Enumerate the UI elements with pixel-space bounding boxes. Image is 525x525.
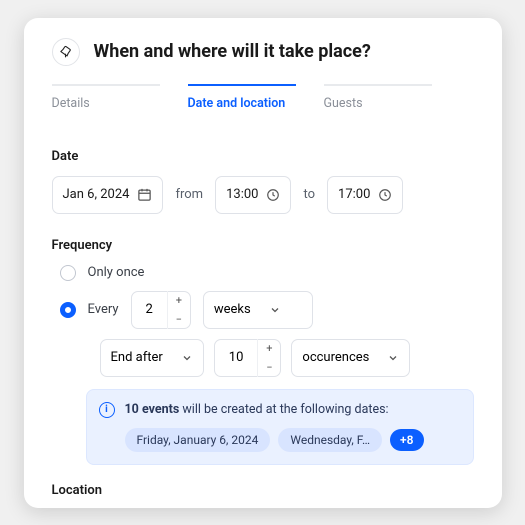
interval-stepper[interactable]: 2 + −	[131, 291, 191, 329]
plus-icon[interactable]: +	[168, 291, 190, 310]
chevron-down-icon	[269, 304, 281, 316]
end-count-stepper[interactable]: 10 + −	[214, 339, 282, 377]
frequency-option-once[interactable]: Only once	[60, 265, 474, 281]
info-icon: i	[99, 402, 115, 418]
info-text: 10 events will be created at the followi…	[125, 402, 389, 417]
unit-select[interactable]: weeks	[203, 291, 313, 329]
occurrences-select[interactable]: occurences	[291, 339, 410, 377]
end-after-label: End after	[111, 350, 163, 365]
every-label: Every	[88, 302, 119, 317]
end-after-select[interactable]: End after	[100, 339, 204, 377]
from-label: from	[175, 187, 203, 202]
date-section: Date Jan 6, 2024 from 13:00 to 17:00	[52, 149, 474, 214]
location-section: Location Physical	[52, 483, 474, 508]
occurrences-label: occurences	[302, 350, 369, 365]
interval-value: 2	[132, 302, 167, 317]
info-box: i 10 events will be created at the follo…	[86, 389, 474, 465]
chevron-down-icon	[387, 352, 399, 364]
location-label: Location	[52, 483, 474, 498]
to-label: to	[303, 187, 315, 202]
minus-icon[interactable]: −	[168, 310, 190, 329]
date-label: Date	[52, 149, 474, 164]
tabs: Details Date and location Guests	[52, 84, 474, 123]
radio-unchecked-icon	[60, 265, 76, 281]
minus-icon[interactable]: −	[258, 358, 280, 377]
event-form-card: When and where will it take place? Detai…	[24, 18, 502, 508]
end-time-picker[interactable]: 17:00	[327, 176, 403, 214]
unit-value: weeks	[214, 302, 251, 317]
page-title: When and where will it take place?	[94, 41, 371, 62]
chevron-down-icon	[181, 352, 193, 364]
date-picker[interactable]: Jan 6, 2024	[52, 176, 164, 214]
end-time-value: 17:00	[338, 187, 370, 202]
end-count-value: 10	[215, 350, 258, 365]
clock-icon	[266, 188, 280, 202]
tab-date-location[interactable]: Date and location	[188, 84, 296, 123]
start-time-picker[interactable]: 13:00	[215, 176, 291, 214]
tab-guests[interactable]: Guests	[324, 84, 432, 123]
more-chip[interactable]: +8	[390, 429, 423, 451]
end-condition-row: End after 10 + − occurences	[100, 339, 474, 377]
radio-checked-icon	[60, 302, 76, 318]
start-time-value: 13:00	[226, 187, 258, 202]
date-chip[interactable]: Friday, January 6, 2024	[125, 428, 271, 452]
calendar-icon	[137, 187, 152, 202]
only-once-label: Only once	[88, 265, 145, 280]
pin-icon	[52, 38, 80, 66]
tab-details[interactable]: Details	[52, 84, 160, 123]
header: When and where will it take place?	[52, 38, 474, 66]
date-value: Jan 6, 2024	[63, 187, 130, 202]
frequency-option-every[interactable]: Every 2 + − weeks	[60, 291, 474, 329]
frequency-label: Frequency	[52, 238, 474, 253]
clock-icon	[378, 188, 392, 202]
plus-icon[interactable]: +	[258, 339, 280, 358]
date-chip[interactable]: Wednesday, F…	[278, 428, 382, 452]
frequency-section: Frequency Only once Every 2 + − weeks	[52, 238, 474, 465]
